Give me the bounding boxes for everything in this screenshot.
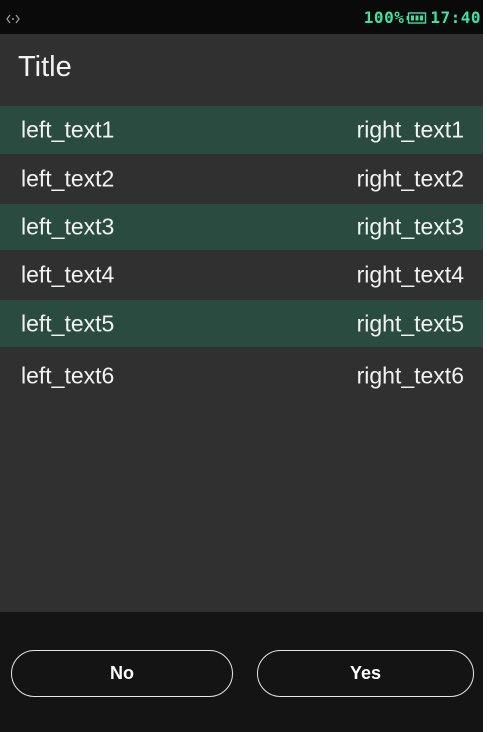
- list-item[interactable]: left_text4 right_text4: [0, 250, 483, 300]
- code-brackets-icon: [6, 10, 20, 24]
- list-item-right-text: right_text4: [356, 261, 464, 288]
- battery-icon: [406, 10, 428, 24]
- list-item-right-text: right_text2: [356, 165, 464, 192]
- list-item-left-text: left_text5: [21, 310, 115, 336]
- list-item[interactable]: left_text1 right_text1: [0, 106, 483, 154]
- status-right-group: 100% 17:40: [364, 5, 481, 29]
- page-title: Title: [18, 51, 72, 83]
- list-item[interactable]: left_text5 right_text5: [0, 300, 483, 347]
- list-item-right-text: right_text5: [356, 310, 464, 336]
- list-item[interactable]: left_text6 right_text6: [0, 350, 483, 402]
- no-button[interactable]: No: [11, 650, 233, 697]
- list-item-left-text: left_text6: [21, 362, 115, 389]
- list-item-left-text: left_text4: [21, 261, 115, 288]
- list-item[interactable]: left_text2 right_text2: [0, 154, 483, 204]
- list-item-right-text: right_text6: [356, 362, 464, 389]
- device-screen: 100% 17:40 Title left_text1 right_text1 …: [0, 0, 483, 732]
- list-item[interactable]: left_text3 right_text3: [0, 204, 483, 250]
- status-bar: 100% 17:40: [0, 0, 483, 34]
- battery-percent: 100%: [363, 7, 405, 27]
- list-item-left-text: left_text1: [21, 116, 115, 143]
- status-time: 17:40: [430, 7, 481, 27]
- list-item-right-text: right_text1: [356, 116, 464, 143]
- list-item-right-text: right_text3: [356, 213, 464, 240]
- button-bar: No Yes: [0, 612, 483, 732]
- yes-button[interactable]: Yes: [257, 650, 474, 697]
- list-item-left-text: left_text3: [21, 213, 115, 240]
- list-item-left-text: left_text2: [21, 165, 115, 192]
